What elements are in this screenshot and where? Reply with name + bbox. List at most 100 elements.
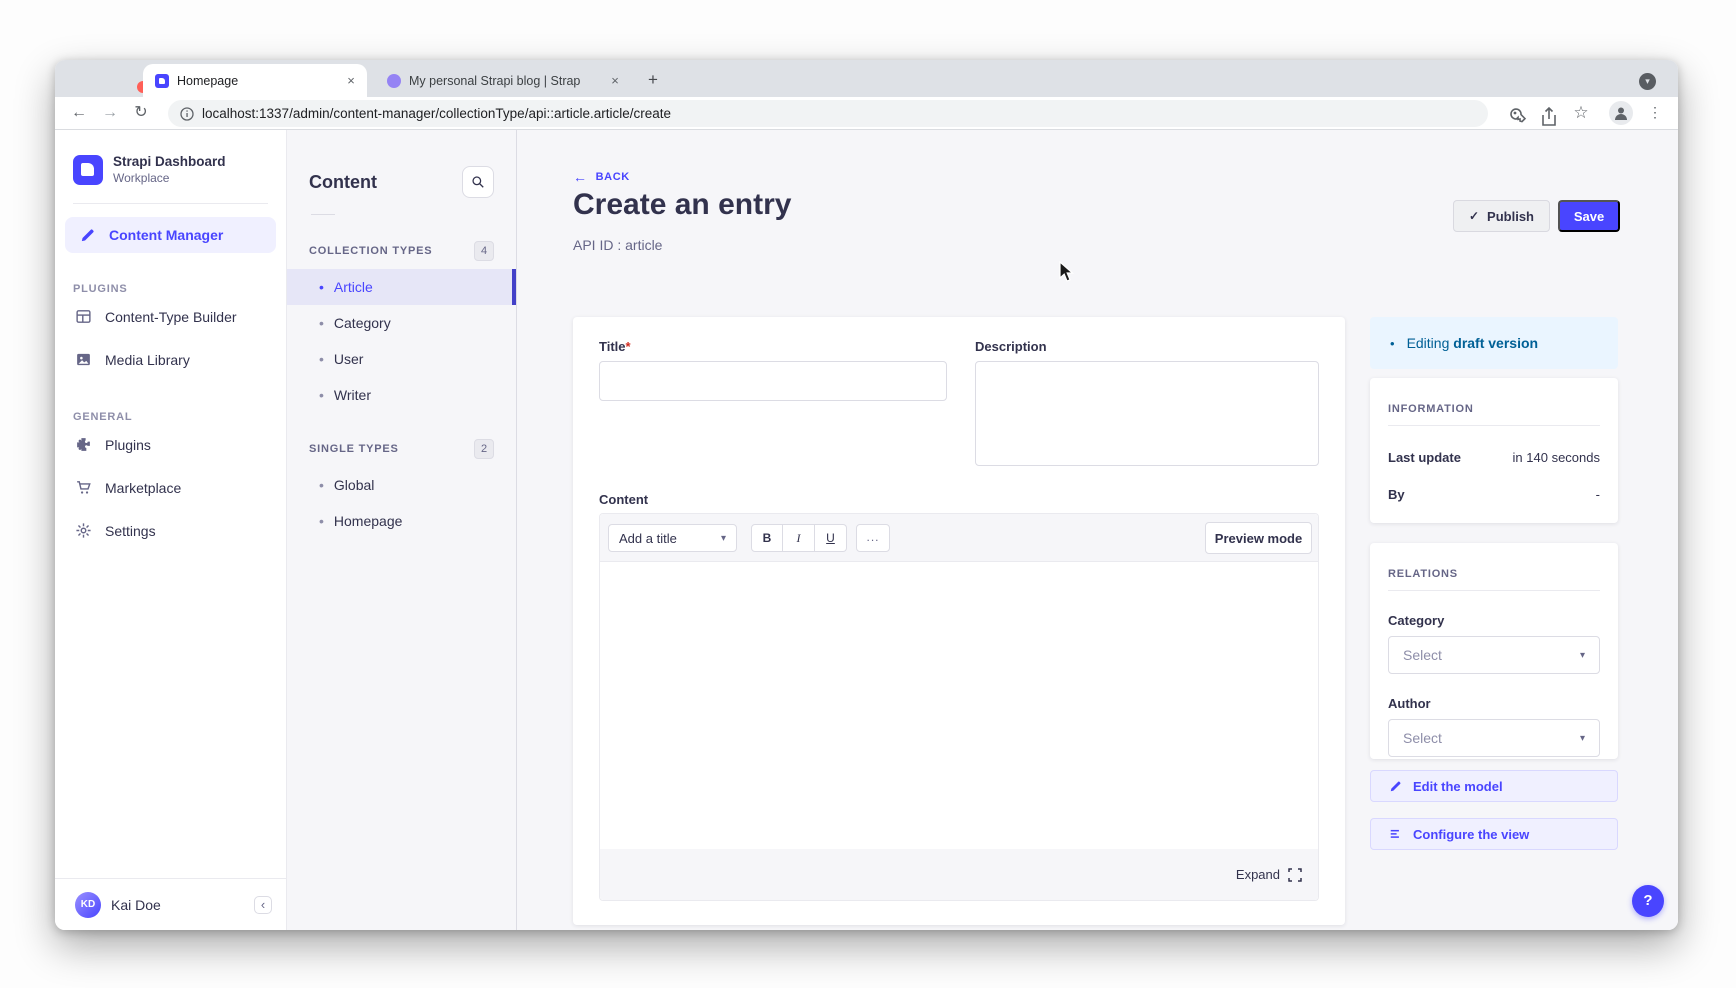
help-button[interactable]: ? <box>1632 885 1664 917</box>
main-content: ← BACK Create an entry API ID : article … <box>517 130 1678 930</box>
subnav-item-global[interactable]: • Global <box>287 467 516 503</box>
collapse-sidebar-button[interactable]: ‹ <box>254 896 272 914</box>
browser-window: Homepage × My personal Strapi blog | Str… <box>55 60 1678 930</box>
strapi-logo-icon <box>73 155 103 185</box>
chevron-down-icon: ▾ <box>1580 733 1585 744</box>
single-types-count: 2 <box>474 439 494 459</box>
relations-header: RELATIONS <box>1388 543 1600 580</box>
pen-icon <box>77 225 97 245</box>
author-label: Author <box>1388 696 1600 711</box>
layout-icon <box>73 307 93 327</box>
browser-tab-homepage[interactable]: Homepage × <box>143 64 367 97</box>
bookmark-star-icon[interactable]: ☆ <box>1569 101 1593 125</box>
tab-search-button[interactable]: ▾ <box>1639 73 1656 90</box>
back-icon[interactable]: ← <box>67 101 91 125</box>
collection-types-header: COLLECTION TYPES <box>309 245 432 257</box>
sidebar-item-settings[interactable]: Settings <box>55 509 286 552</box>
browser-tab-blog[interactable]: My personal Strapi blog | Strap × <box>375 64 631 97</box>
subnav-item-label: Writer <box>334 387 371 403</box>
by-value: - <box>1596 487 1600 502</box>
workspace-switcher[interactable]: Strapi Dashboard Workplace <box>55 130 286 203</box>
chevron-down-icon: ▾ <box>1580 650 1585 661</box>
reload-icon[interactable]: ↻ <box>129 101 153 125</box>
category-select[interactable]: Select ▾ <box>1388 636 1600 674</box>
expand-label[interactable]: Expand <box>1236 867 1280 882</box>
rich-text-editor: Add a title ▾ B I U ... Preview mode <box>599 513 1319 901</box>
bullet-icon: • <box>319 387 324 403</box>
subnav-item-category[interactable]: • Category <box>287 305 516 341</box>
user-avatar[interactable]: KD <box>75 892 101 918</box>
author-select-value: Select <box>1403 730 1442 746</box>
expand-icon[interactable] <box>1288 868 1302 882</box>
bold-button[interactable]: B <box>751 524 783 552</box>
content-field-label: Content <box>599 492 648 507</box>
author-select[interactable]: Select ▾ <box>1388 719 1600 757</box>
single-types-header: SINGLE TYPES <box>309 443 399 455</box>
tab-close-icon[interactable]: × <box>607 73 623 89</box>
configure-view-button[interactable]: Configure the view <box>1370 818 1618 850</box>
title-input[interactable] <box>599 361 947 401</box>
browser-menu-icon[interactable]: ⋮ <box>1643 101 1667 125</box>
entry-form-card: Title* Description Content Add a title ▾… <box>573 317 1345 925</box>
heading-select[interactable]: Add a title ▾ <box>608 524 737 552</box>
address-bar[interactable]: localhost:1337/admin/content-manager/col… <box>168 100 1488 127</box>
preview-mode-button[interactable]: Preview mode <box>1205 522 1312 554</box>
sidebar-section-plugins: PLUGINS <box>55 283 286 295</box>
forward-icon[interactable]: → <box>98 101 122 125</box>
information-card: INFORMATION Last update in 140 seconds B… <box>1370 378 1618 523</box>
subnav-item-label: Article <box>334 279 373 295</box>
divider <box>1388 425 1600 426</box>
content-subnav: Content COLLECTION TYPES 4 • Article • C… <box>287 130 517 930</box>
description-field-label: Description <box>975 339 1047 354</box>
subnav-item-user[interactable]: • User <box>287 341 516 377</box>
publish-label: Publish <box>1487 209 1534 224</box>
subnav-item-homepage[interactable]: • Homepage <box>287 503 516 539</box>
underline-button[interactable]: U <box>815 524 847 552</box>
sidebar-item-label: Plugins <box>105 437 151 453</box>
share-icon[interactable] <box>1537 105 1561 129</box>
divider <box>1388 590 1600 591</box>
edit-model-button[interactable]: Edit the model <box>1370 770 1618 802</box>
blog-favicon <box>387 74 401 88</box>
sidebar-item-plugins[interactable]: Plugins <box>55 423 286 466</box>
back-link[interactable]: ← BACK <box>573 169 630 185</box>
sidebar-item-content-type-builder[interactable]: Content-Type Builder <box>55 295 286 338</box>
page-title: Create an entry <box>573 188 791 222</box>
search-icon <box>471 175 485 189</box>
new-tab-button[interactable]: + <box>641 69 665 93</box>
status-dot-icon: • <box>1390 336 1395 351</box>
information-header: INFORMATION <box>1388 378 1600 415</box>
subnav-item-writer[interactable]: • Writer <box>287 377 516 413</box>
editing-version: draft version <box>1453 335 1538 351</box>
save-button[interactable]: Save <box>1558 200 1620 232</box>
sidebar-item-label: Settings <box>105 523 156 539</box>
sidebar-item-marketplace[interactable]: Marketplace <box>55 466 286 509</box>
mouse-cursor <box>1059 261 1077 283</box>
person-icon <box>1613 105 1629 121</box>
bullet-icon: • <box>319 351 324 367</box>
title-field-label: Title* <box>599 339 631 354</box>
configure-view-label: Configure the view <box>1413 827 1529 842</box>
sidebar-item-content-manager[interactable]: Content Manager <box>65 217 276 253</box>
tab-title: Homepage <box>177 74 343 88</box>
browser-toolbar: ← → ↻ localhost:1337/admin/content-manag… <box>55 97 1678 130</box>
sidebar-item-media-library[interactable]: Media Library <box>55 338 286 381</box>
filter-lines-icon <box>1389 827 1403 841</box>
publish-button[interactable]: ✓ Publish <box>1453 200 1550 232</box>
page-info-icon[interactable] <box>180 107 194 121</box>
description-textarea[interactable] <box>975 361 1319 466</box>
subnav-item-article[interactable]: • Article <box>287 269 516 305</box>
strapi-app: Strapi Dashboard Workplace Content Manag… <box>55 130 1678 930</box>
italic-button[interactable]: I <box>783 524 815 552</box>
browser-profile-avatar[interactable] <box>1609 101 1633 125</box>
category-select-value: Select <box>1403 647 1442 663</box>
sidebar-section-general: GENERAL <box>55 411 286 423</box>
sidebar-item-label: Content-Type Builder <box>105 309 237 325</box>
more-formatting-button[interactable]: ... <box>856 524 890 552</box>
last-update-label: Last update <box>1388 450 1461 465</box>
password-key-icon[interactable] <box>1507 105 1531 129</box>
editor-text-area[interactable] <box>600 562 1318 849</box>
tab-close-icon[interactable]: × <box>343 73 359 89</box>
editing-prefix: Editing <box>1407 335 1450 351</box>
search-button[interactable] <box>462 166 494 198</box>
